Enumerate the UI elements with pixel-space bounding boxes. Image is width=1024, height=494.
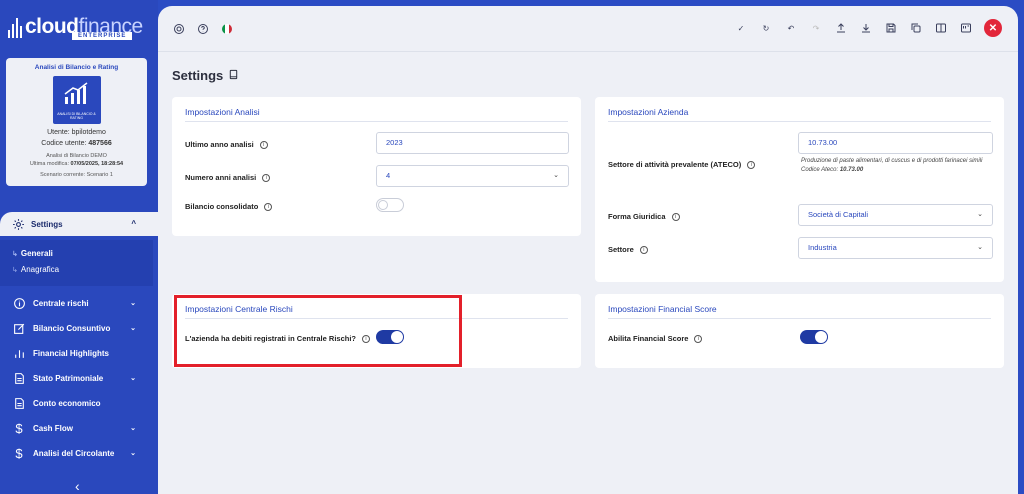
user-code: Codice utente: 487566 — [41, 140, 112, 147]
bilancio-consolidato-toggle[interactable] — [376, 198, 404, 212]
current-scenario: Scenario corrente: Scenario 1 — [40, 172, 113, 178]
card-title: Impostazioni Azienda — [608, 107, 991, 122]
chevron-down-icon: ⌄ — [130, 375, 136, 382]
dollar-icon: $ — [15, 421, 23, 436]
info-icon[interactable]: i — [264, 202, 273, 211]
subitem-arrow-icon: ↳ — [12, 267, 18, 274]
support-icon[interactable] — [172, 22, 186, 36]
analysis-name: Analisi di Bilancio DEMO — [46, 153, 107, 159]
growth-chart-icon — [64, 82, 87, 104]
product-logo-text: ANALISI DI BILANCIO & RATING — [57, 112, 96, 120]
label-settore: Settore i — [608, 245, 648, 254]
abilita-financial-score-toggle[interactable] — [800, 330, 828, 344]
edit-icon — [12, 322, 26, 336]
sidebar-item-cash-flow[interactable]: $ Cash Flow ⌄ — [0, 416, 158, 441]
card-impostazioni-financial-score: Impostazioni Financial Score Abilita Fin… — [595, 294, 1004, 368]
chevron-up-icon: ^ — [131, 219, 136, 228]
book-icon — [228, 68, 239, 83]
card-title: Impostazioni Financial Score — [608, 304, 991, 319]
info-icon[interactable]: i — [639, 245, 648, 254]
document-icon — [12, 397, 26, 411]
help-icon[interactable] — [196, 22, 210, 36]
upload-icon[interactable] — [834, 21, 848, 35]
sidebar-item-analisi-circolante[interactable]: $ Analisi del Circolante ⌄ — [0, 441, 158, 466]
chevron-down-icon: ⌄ — [130, 325, 136, 332]
chevron-down-icon: ⌄ — [553, 172, 559, 179]
save-icon[interactable] — [884, 21, 898, 35]
info-icon[interactable]: i — [671, 212, 680, 221]
layout-icon[interactable] — [959, 21, 973, 35]
product-logo: ANALISI DI BILANCIO & RATING — [52, 76, 101, 124]
sidebar-subitem-anagrafica[interactable]: ↳ Anagrafica — [0, 262, 153, 278]
toggle-knob — [815, 331, 827, 343]
info-circle-icon — [12, 297, 26, 311]
gear-icon — [12, 218, 25, 231]
toggle-knob — [378, 200, 388, 210]
sidebar-subitem-generali[interactable]: ↳ Generali — [0, 246, 153, 262]
sidebar-item-stato-patrimoniale[interactable]: Stato Patrimoniale ⌄ — [0, 366, 158, 391]
subitem-arrow-icon: ↳ — [12, 251, 18, 258]
collapse-sidebar-icon[interactable]: ‹ — [75, 478, 80, 494]
redo-icon[interactable]: ↷ — [809, 21, 823, 35]
highlight-box — [174, 295, 462, 367]
settings-submenu: ↳ Generali ↳ Anagrafica — [0, 240, 153, 286]
sidebar-item-bilancio-consuntivo[interactable]: Bilancio Consuntivo ⌄ — [0, 316, 158, 341]
italian-flag-icon[interactable] — [220, 22, 234, 36]
columns-icon[interactable] — [934, 21, 948, 35]
sidebar: cloudfinance ENTERPRISE Analisi di Bilan… — [0, 0, 158, 494]
label-forma-giuridica: Forma Giuridica i — [608, 212, 680, 221]
sidebar-item-settings[interactable]: Settings ^ — [0, 212, 158, 236]
info-icon[interactable]: i — [259, 140, 268, 149]
chevron-down-icon: ⌄ — [977, 211, 983, 218]
check-icon[interactable]: ✓ — [734, 21, 748, 35]
page-title: Settings — [172, 68, 239, 83]
sidebar-item-conto-economico[interactable]: Conto economico — [0, 391, 158, 416]
user-name: Utente: bpilotdemo — [47, 129, 106, 136]
dollar-icon: $ — [15, 446, 23, 461]
chevron-down-icon: ⌄ — [130, 425, 136, 432]
chevron-down-icon: ⌄ — [130, 450, 136, 457]
card-impostazioni-analisi: Impostazioni Analisi Ultimo anno analisi… — [172, 97, 581, 236]
user-card-title: Analisi di Bilancio e Rating — [34, 64, 119, 71]
info-icon[interactable]: i — [747, 160, 756, 169]
ateco-description: Produzione di paste alimentari, di cuscu… — [801, 158, 983, 173]
sidebar-item-financial-highlights[interactable]: Financial Highlights — [0, 341, 158, 366]
undo-icon[interactable]: ↶ — [784, 21, 798, 35]
copy-icon[interactable] — [909, 21, 923, 35]
brand-edition: ENTERPRISE — [72, 32, 133, 40]
close-icon[interactable]: ✕ — [984, 19, 1002, 37]
chevron-down-icon: ⌄ — [977, 244, 983, 251]
label-abilita-financial-score: Abilita Financial Score i — [608, 334, 703, 343]
document-icon — [12, 372, 26, 386]
toolbar-right: ✓ ↻ ↶ ↷ ✕ — [734, 19, 1002, 37]
numero-anni-select[interactable]: 4 ⌄ — [376, 165, 569, 187]
forma-giuridica-select[interactable]: Società di Capitali ⌄ — [798, 204, 993, 226]
label-ultimo-anno: Ultimo anno analisi i — [185, 140, 268, 149]
toolbar-left — [172, 22, 234, 36]
card-impostazioni-azienda: Impostazioni Azienda Settore di attività… — [595, 97, 1004, 282]
ateco-input[interactable]: 10.73.00 — [798, 132, 993, 154]
user-card: Analisi di Bilancio e Rating ANALISI DI … — [6, 58, 147, 186]
card-title: Impostazioni Analisi — [185, 107, 568, 122]
sidebar-item-label: Settings — [31, 219, 63, 229]
last-modified: Ultima modifica: 07/05/2025, 18:28:54 — [29, 161, 124, 167]
logo-bars-icon — [8, 16, 22, 38]
ultimo-anno-input[interactable]: 2023 — [376, 132, 569, 154]
settore-select[interactable]: Industria ⌄ — [798, 237, 993, 259]
chevron-down-icon: ⌄ — [130, 300, 136, 307]
label-ateco: Settore di attività prevalente (ATECO) i — [608, 160, 756, 169]
label-bilancio-consolidato: Bilancio consolidato i — [185, 202, 273, 211]
top-toolbar: ✓ ↻ ↶ ↷ ✕ — [158, 6, 1018, 52]
download-icon[interactable] — [859, 21, 873, 35]
bar-chart-icon — [12, 347, 26, 361]
label-numero-anni: Numero anni analisi i — [185, 173, 271, 182]
sidebar-item-centrale-rischi[interactable]: Centrale rischi ⌄ — [0, 291, 158, 316]
info-icon[interactable]: i — [694, 334, 703, 343]
sidebar-menu: Centrale rischi ⌄ Bilancio Consuntivo ⌄ Fi… — [0, 291, 158, 466]
info-icon[interactable]: i — [262, 173, 271, 182]
refresh-icon[interactable]: ↻ — [759, 21, 773, 35]
